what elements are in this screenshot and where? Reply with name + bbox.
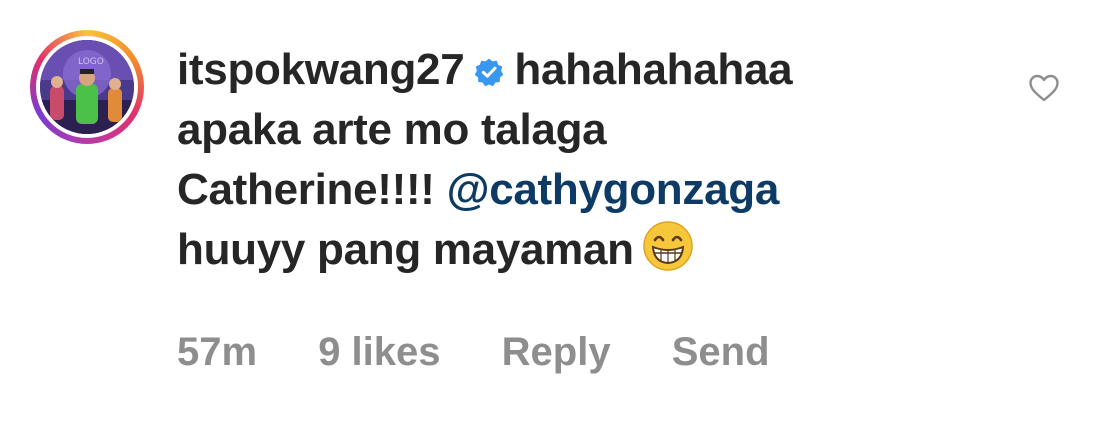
comment-line-1: itspokwang27 hahahahahaa [177,40,1017,100]
avatar-image: LOGO [40,40,134,134]
username[interactable]: itspokwang27 [177,45,465,94]
mention-link[interactable]: @cathygonzaga [447,165,780,214]
heart-outline-icon[interactable] [1028,73,1060,103]
comment-line-4: huuyy pang mayaman [177,220,1017,280]
comment-meta: 57m 9 likes Reply Send [177,330,820,375]
avatar[interactable]: LOGO [30,30,144,144]
comment-text-line-1: hahahahahaa [514,45,793,94]
comment-text-line-4: huuyy pang mayaman [177,225,634,274]
comment-line-3: Catherine!!!! @cathygonzaga [177,160,1017,220]
comment-text-line-3: Catherine!!!! [177,165,435,214]
likes-count[interactable]: 9 likes [318,330,440,374]
verified-badge-icon [475,58,504,87]
comment-text-line-2: apaka arte mo talaga [177,105,607,154]
comment-text: itspokwang27 hahahahahaa apaka arte mo t… [177,40,1017,280]
reply-button[interactable]: Reply [502,330,611,374]
grinning-emoji-icon [642,221,693,271]
svg-text:LOGO: LOGO [78,57,104,67]
comment: LOGO itspokwang27 hahahahahaa apaka arte… [0,0,1120,436]
send-button[interactable]: Send [672,330,770,374]
comment-time: 57m [177,330,258,374]
